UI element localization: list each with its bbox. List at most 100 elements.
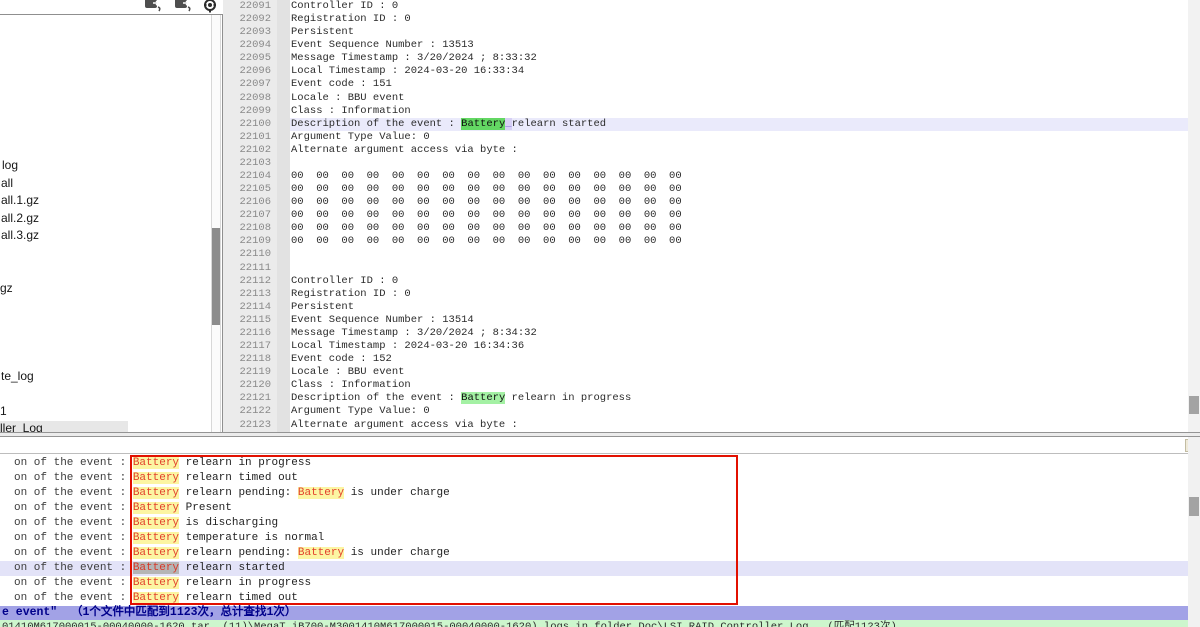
search-result-row[interactable]: on of the event : Battery relearn timed …: [0, 471, 1188, 486]
file-list-scrollbar-thumb[interactable]: [212, 228, 220, 325]
text-segment: Local Timestamp : 2024-03-20 16:34:36: [291, 340, 524, 352]
editor-margin: [277, 92, 290, 105]
editor-line[interactable]: 22093Persistent: [223, 26, 1188, 39]
editor-margin: [277, 0, 290, 13]
editor-line[interactable]: 22119Locale : BBU event: [223, 366, 1188, 379]
editor-line[interactable]: 22094Event Sequence Number : 13513: [223, 39, 1188, 52]
editor-line-text: 00 00 00 00 00 00 00 00 00 00 00 00 00 0…: [290, 196, 1188, 209]
export-log-icon[interactable]: [143, 0, 163, 13]
editor-line[interactable]: 22115Event Sequence Number : 13514: [223, 314, 1188, 327]
editor-line-text: Registration ID : 0: [290, 13, 1188, 26]
toolbar: [0, 0, 223, 15]
text-segment: 00 00 00 00 00 00 00 00 00 00 00 00 00 0…: [291, 170, 682, 182]
editor-margin: [277, 235, 290, 248]
editor-line[interactable]: 2210600 00 00 00 00 00 00 00 00 00 00 00…: [223, 196, 1188, 209]
editor-line[interactable]: 22123 Alternate argument access via byte …: [223, 419, 1188, 432]
editor-line[interactable]: 22111: [223, 262, 1188, 275]
editor-line-text: Alternate argument access via byte :: [290, 419, 1188, 432]
file-list-item[interactable]: all: [1, 176, 13, 191]
line-number: 22103: [223, 157, 277, 170]
search-result-row[interactable]: on of the event : Battery temperature is…: [0, 531, 1188, 546]
editor-line[interactable]: 22118Event code : 152: [223, 353, 1188, 366]
search-result-row[interactable]: on of the event : Battery relearn in pro…: [0, 576, 1188, 591]
editor-line-text: 00 00 00 00 00 00 00 00 00 00 00 00 00 0…: [290, 209, 1188, 222]
line-number: 22113: [223, 288, 277, 301]
search-result-row[interactable]: on of the event : Battery Present: [0, 501, 1188, 516]
editor-line[interactable]: 22092 Registration ID : 0: [223, 13, 1188, 26]
editor-line[interactable]: 22103: [223, 157, 1188, 170]
log-editor[interactable]: 22091Controller ID : 022092 Registration …: [223, 0, 1188, 432]
text-segment: temperature is normal: [179, 532, 324, 544]
editor-margin: [277, 78, 290, 91]
text-segment: relearn in progress: [505, 392, 631, 404]
file-list-item[interactable]: te_log: [1, 369, 34, 384]
editor-line[interactable]: 2210700 00 00 00 00 00 00 00 00 00 00 00…: [223, 209, 1188, 222]
editor-line[interactable]: 22097Event code : 151: [223, 78, 1188, 91]
results-scrollbar[interactable]: [1188, 437, 1200, 627]
editor-line[interactable]: 22098Locale : BBU event: [223, 92, 1188, 105]
editor-scrollbar-thumb[interactable]: [1189, 396, 1199, 414]
file-list-item[interactable]: 1: [0, 404, 7, 419]
line-number: 22105: [223, 183, 277, 196]
editor-scrollbar[interactable]: [1188, 0, 1200, 432]
file-list-scrollbar[interactable]: [211, 15, 221, 432]
text-segment: on of the event :: [14, 517, 133, 529]
editor-line[interactable]: 22091Controller ID : 0: [223, 0, 1188, 13]
text-segment: on of the event :: [14, 592, 133, 604]
file-list-item[interactable]: log: [2, 158, 18, 173]
file-list-item[interactable]: all.3.gz: [1, 228, 39, 243]
search-file-line[interactable]: 01410M617000015-00040000-1620.tar (11)\M…: [0, 620, 1188, 627]
file-list-panel: logallall.1.gzall.2.gzall.3.gzgzte_log1l…: [0, 15, 223, 432]
editor-line[interactable]: 2210900 00 00 00 00 00 00 00 00 00 00 00…: [223, 235, 1188, 248]
search-result-row[interactable]: on of the event : Battery relearn in pro…: [0, 456, 1188, 471]
editor-line[interactable]: 22096Local Timestamp : 2024-03-20 16:33:…: [223, 65, 1188, 78]
results-scrollbar-thumb[interactable]: [1189, 497, 1199, 516]
file-list-item[interactable]: all.1.gz: [1, 193, 39, 208]
search-summary-line[interactable]: e event" （1个文件中匹配到1123次，总计查找1次）: [0, 606, 1188, 620]
editor-margin: [277, 65, 290, 78]
file-list-item[interactable]: all.2.gz: [1, 211, 39, 226]
text-segment: on of the event :: [14, 457, 133, 469]
line-number: 22095: [223, 52, 277, 65]
export-log-icon[interactable]: [173, 0, 193, 13]
text-segment: 00 00 00 00 00 00 00 00 00 00 00 00 00 0…: [291, 183, 682, 195]
search-result-row[interactable]: on of the event : Battery is discharging: [0, 516, 1188, 531]
text-segment: Alternate argument access via byte :: [291, 419, 518, 431]
editor-line[interactable]: 22114Persistent: [223, 301, 1188, 314]
locate-icon[interactable]: [201, 0, 221, 13]
line-number: 22092: [223, 13, 277, 26]
editor-margin: [277, 314, 290, 327]
search-result-row[interactable]: on of the event : Battery relearn pendin…: [0, 546, 1188, 561]
editor-line[interactable]: 22112Controller ID : 0: [223, 275, 1188, 288]
line-number: 22122: [223, 405, 277, 418]
editor-line[interactable]: 22105 00 00 00 00 00 00 00 00 00 00 00 00…: [223, 183, 1188, 196]
editor-line[interactable]: 22110: [223, 248, 1188, 261]
line-number: 22123: [223, 419, 277, 432]
editor-line[interactable]: 22095Message Timestamp : 3/20/2024 ; 8:3…: [223, 52, 1188, 65]
text-segment: relearn pending:: [179, 487, 298, 499]
editor-line[interactable]: 22099Class : Information: [223, 105, 1188, 118]
editor-margin: [277, 222, 290, 235]
search-match-highlight: Battery: [133, 472, 179, 484]
results-rows: on of the event : Battery relearn in pro…: [0, 456, 1188, 606]
text-segment: Event code : 152: [291, 353, 392, 365]
editor-line[interactable]: 22117Local Timestamp : 2024-03-20 16:34:…: [223, 340, 1188, 353]
editor-line[interactable]: 22121Description of the event : Battery …: [223, 392, 1188, 405]
editor-margin: [277, 131, 290, 144]
search-result-row[interactable]: on of the event : Battery relearn pendin…: [0, 486, 1188, 501]
search-result-row[interactable]: on of the event : Battery relearn starte…: [0, 561, 1188, 576]
editor-margin: [277, 301, 290, 314]
editor-line-text: 00 00 00 00 00 00 00 00 00 00 00 00 00 0…: [290, 170, 1188, 183]
editor-line[interactable]: 2210800 00 00 00 00 00 00 00 00 00 00 00…: [223, 222, 1188, 235]
editor-line[interactable]: 22113Registration ID : 0: [223, 288, 1188, 301]
editor-line[interactable]: 22120Class : Information: [223, 379, 1188, 392]
editor-line[interactable]: 22100Description of the event : Battery_…: [223, 118, 1188, 131]
text-segment: Description of the event :: [291, 118, 461, 130]
search-result-row[interactable]: on of the event : Battery relearn timed …: [0, 591, 1188, 606]
editor-line[interactable]: 22101Argument Type Value: 0: [223, 131, 1188, 144]
file-list-item[interactable]: gz: [0, 281, 13, 296]
editor-line[interactable]: 2210400 00 00 00 00 00 00 00 00 00 00 00…: [223, 170, 1188, 183]
editor-line[interactable]: 22116Message Timestamp : 3/20/2024 ; 8:3…: [223, 327, 1188, 340]
editor-line[interactable]: 22102Alternate argument access via byte …: [223, 144, 1188, 157]
editor-line[interactable]: 22122Argument Type Value: 0: [223, 405, 1188, 418]
